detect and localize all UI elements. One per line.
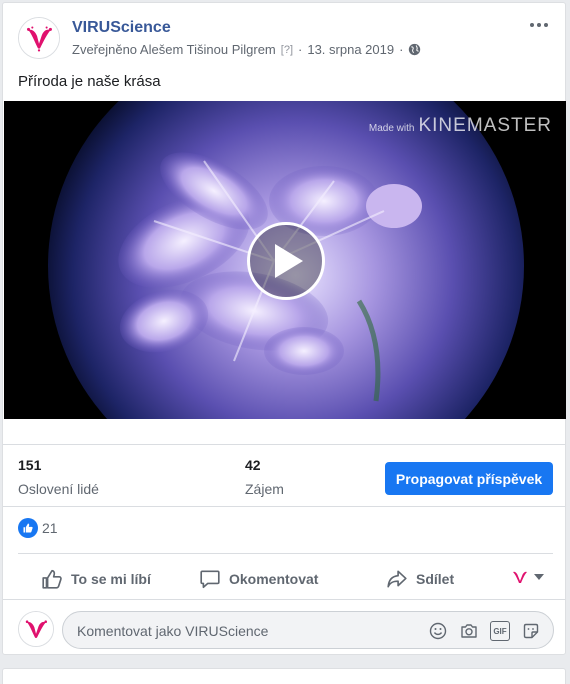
share-label: Sdílet xyxy=(416,571,455,587)
like-reaction-icon xyxy=(18,518,38,538)
page-name-link[interactable]: VIRUScience xyxy=(72,19,171,37)
engagement-value: 42 xyxy=(245,457,261,473)
next-post-card xyxy=(2,668,566,684)
virus-logo-icon xyxy=(19,612,53,646)
meta-separator: · xyxy=(298,42,303,57)
page-avatar[interactable] xyxy=(18,17,60,59)
comment-bubble-icon xyxy=(200,570,220,589)
post-as-page-selector[interactable] xyxy=(512,570,544,584)
published-by[interactable]: Zveřejněno Alešem Tišinou Pilgrem xyxy=(72,42,276,57)
virus-logo-icon xyxy=(19,18,59,58)
share-button[interactable]: Sdílet xyxy=(386,566,454,592)
kinemaster-watermark: Made with KINEMASTER xyxy=(369,115,552,137)
comment-placeholder: Komentovat jako VIRUScience xyxy=(77,623,269,639)
comment-label: Okomentovat xyxy=(229,571,319,587)
gif-text: GIF xyxy=(490,621,510,641)
play-icon[interactable] xyxy=(247,222,325,300)
divider xyxy=(3,599,565,600)
video-player[interactable]: Made with KINEMASTER xyxy=(4,101,566,419)
comment-input[interactable]: Komentovat jako VIRUScience GIF xyxy=(62,611,554,649)
boost-post-button[interactable]: Propagovat příspěvek xyxy=(385,462,553,495)
comment-button[interactable]: Okomentovat xyxy=(199,566,318,592)
divider xyxy=(3,506,565,507)
more-options-icon[interactable] xyxy=(527,17,551,33)
share-arrow-icon xyxy=(387,570,407,588)
post-meta: Zveřejněno Alešem Tišinou Pilgrem [?] · … xyxy=(72,42,421,57)
sticker-icon[interactable] xyxy=(521,621,541,641)
meta-separator: · xyxy=(399,42,404,57)
reactions-summary[interactable]: 21 xyxy=(18,518,58,538)
gif-icon[interactable]: GIF xyxy=(490,621,510,641)
chevron-down-icon xyxy=(534,574,544,580)
like-label: To se mi líbí xyxy=(71,571,151,587)
reach-value: 151 xyxy=(18,457,42,473)
divider xyxy=(18,553,553,554)
watermark-small-text: Made with xyxy=(368,123,415,134)
watermark-brand-text: KINEMASTER xyxy=(418,115,552,136)
reach-stat[interactable]: 151 Oslovení lidé xyxy=(18,457,99,497)
reaction-count: 21 xyxy=(42,520,58,536)
post-card: VIRUScience Zveřejněno Alešem Tišinou Pi… xyxy=(2,2,566,655)
engagement-stat[interactable]: 42 Zájem xyxy=(245,457,284,497)
divider xyxy=(3,444,565,445)
post-text: Příroda je naše krása xyxy=(18,73,161,90)
help-marker[interactable]: [?] xyxy=(281,44,293,56)
engagement-label: Zájem xyxy=(245,481,284,497)
like-button[interactable]: To se mi líbí xyxy=(41,566,151,592)
comment-avatar xyxy=(18,611,54,647)
camera-icon[interactable] xyxy=(459,621,479,641)
globe-icon[interactable] xyxy=(408,43,421,56)
emoji-icon[interactable] xyxy=(428,621,448,641)
thumbs-up-icon xyxy=(42,569,62,589)
virus-logo-icon xyxy=(513,571,527,583)
post-date[interactable]: 13. srpna 2019 xyxy=(307,42,394,57)
reach-label: Oslovení lidé xyxy=(18,481,99,497)
comment-tools: GIF xyxy=(428,621,541,641)
